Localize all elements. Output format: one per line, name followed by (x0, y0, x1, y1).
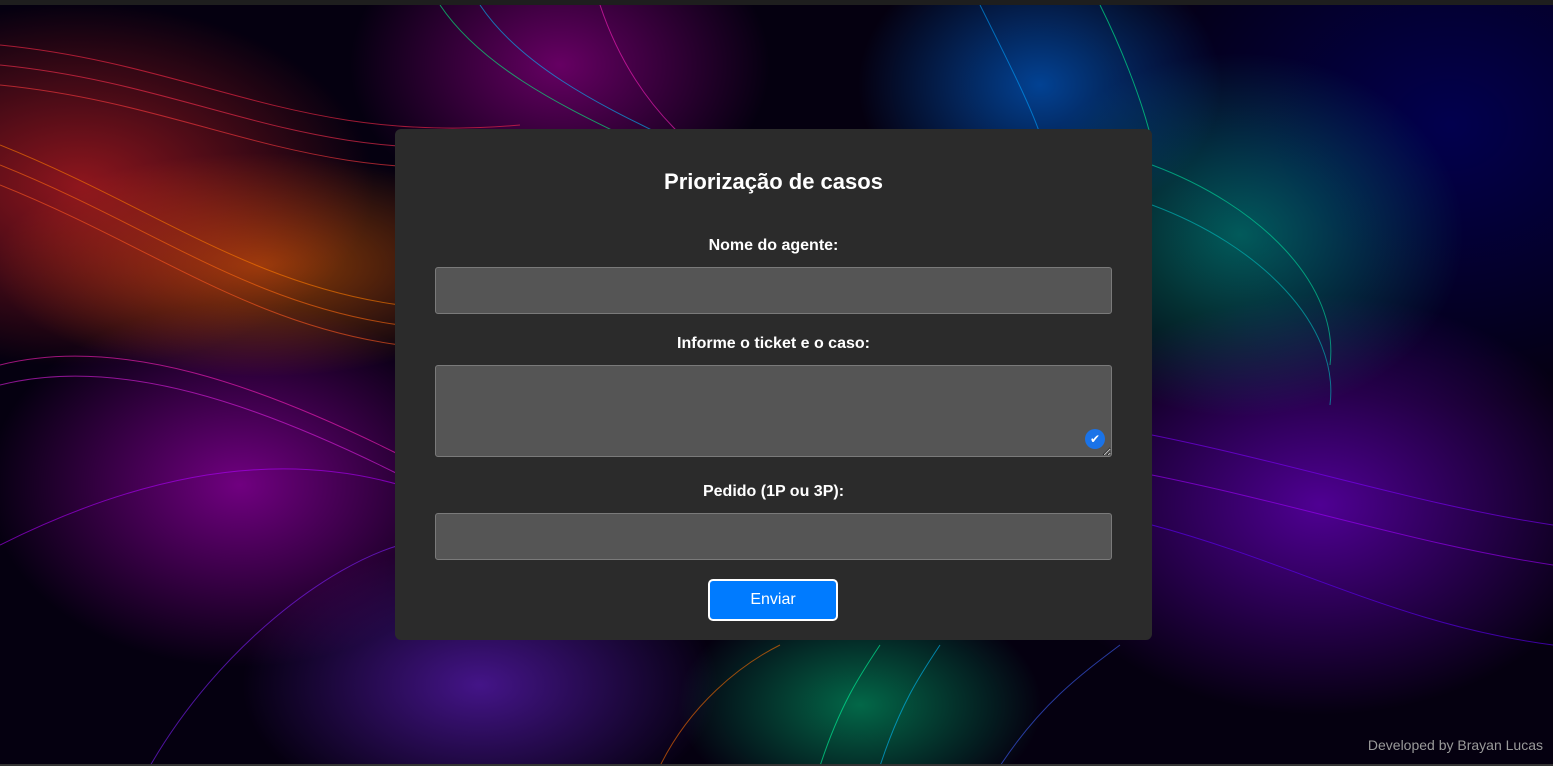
check-circle-icon[interactable]: ✔ (1085, 429, 1105, 449)
priority-form-card: Priorização de casos Nome do agente: Inf… (395, 129, 1152, 640)
submit-button[interactable]: Enviar (708, 579, 838, 621)
developer-credit: Developed by Brayan Lucas (1367, 737, 1543, 753)
order-type-label: Pedido (1P ou 3P): (702, 483, 845, 500)
order-type-input[interactable] (435, 513, 1112, 560)
form-title: Priorização de casos (664, 169, 883, 194)
agent-name-input[interactable] (435, 267, 1112, 314)
ticket-case-label: Informe o ticket e o caso: (677, 335, 870, 352)
ticket-case-textarea[interactable] (435, 365, 1112, 457)
agent-name-label: Nome do agente: (708, 237, 839, 254)
